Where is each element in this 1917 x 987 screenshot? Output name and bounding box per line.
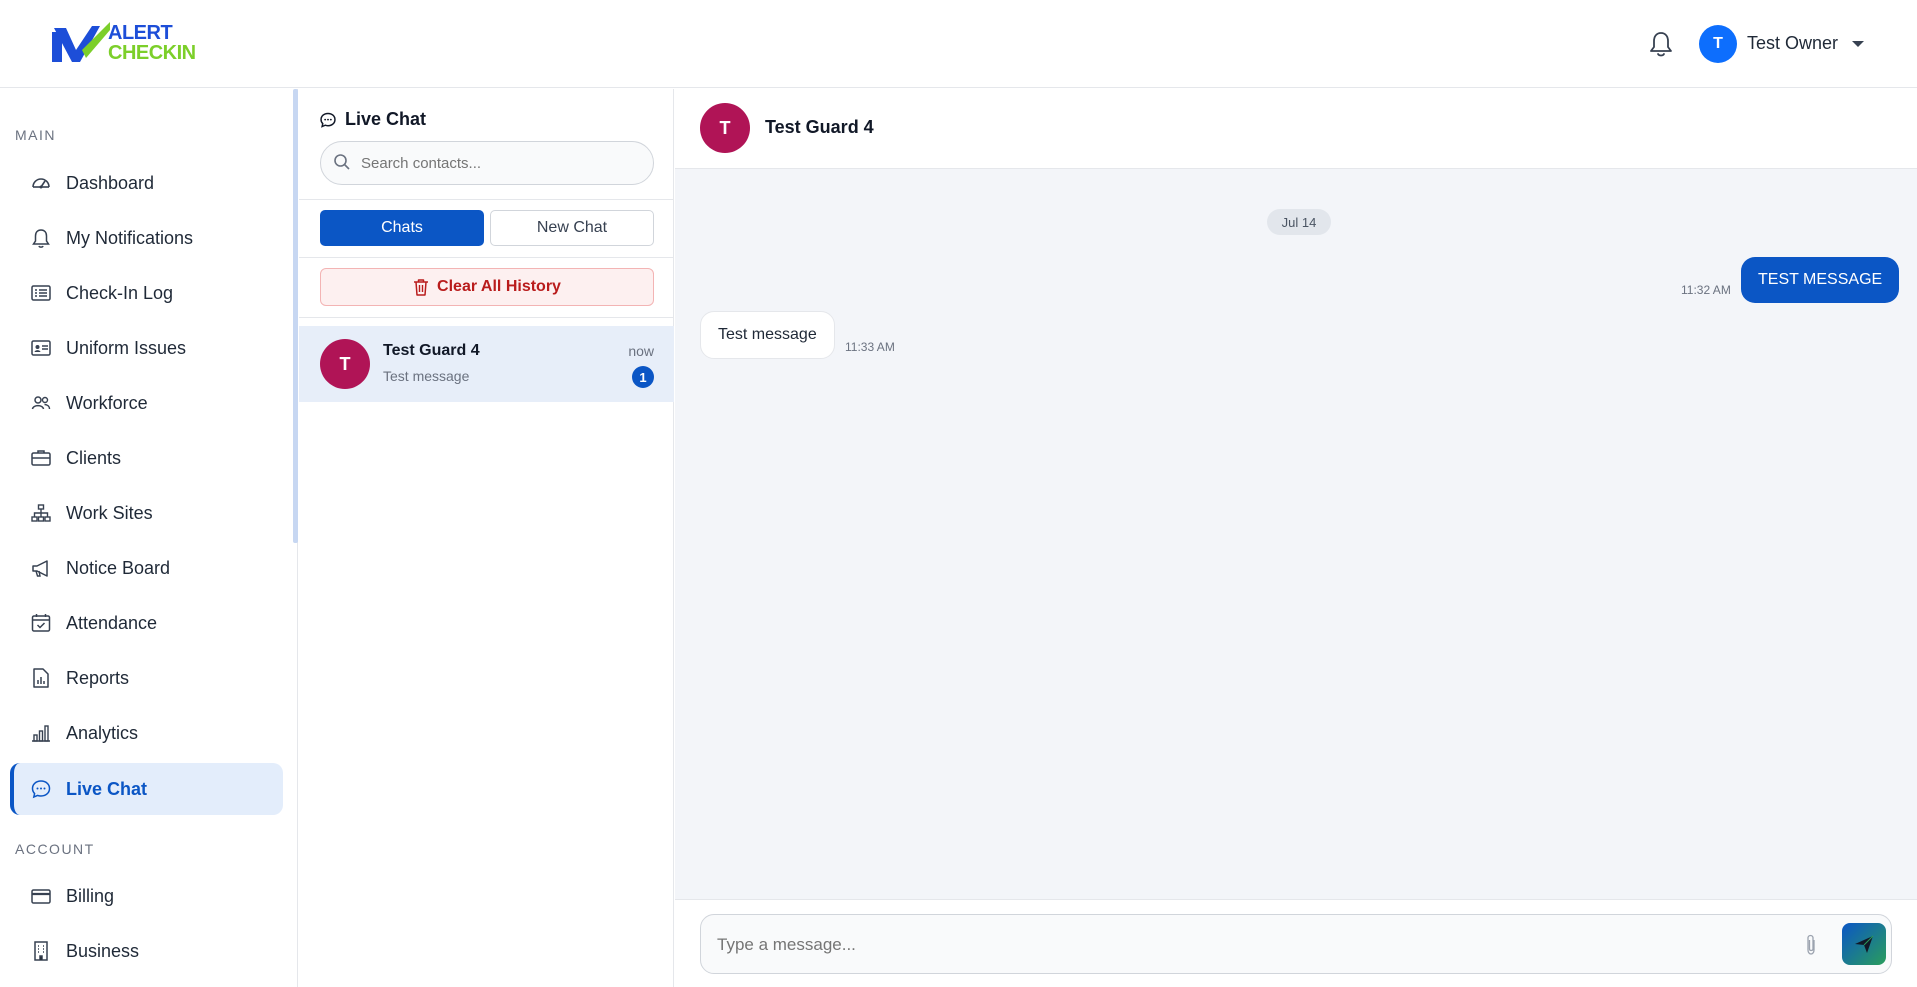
contact-last-message: Test message xyxy=(383,368,470,384)
sidebar-item-workforce[interactable]: Workforce xyxy=(10,377,283,429)
divider xyxy=(299,257,674,258)
search-icon xyxy=(334,154,350,170)
sidebar-item-label: Live Chat xyxy=(66,778,148,799)
sidebar-item-label: Dashboard xyxy=(66,172,155,193)
sidebar-item-label: Workforce xyxy=(66,392,148,413)
sidebar-item-label: My Notifications xyxy=(66,227,194,248)
logo-text-checkin: CHECKIN xyxy=(108,42,196,64)
building-icon xyxy=(30,940,52,962)
chat-window: T Test Guard 4 Jul 14 11:32 AM TEST MESS… xyxy=(675,89,1917,987)
contact-timestamp: now xyxy=(628,343,654,359)
clear-history-button[interactable]: Clear All History xyxy=(320,268,654,306)
chat-header: T Test Guard 4 xyxy=(675,89,1917,169)
sidebar-item-label: Analytics xyxy=(66,722,139,743)
user-name[interactable]: Test Owner xyxy=(1747,33,1838,54)
sidebar-item-billing[interactable]: Billing xyxy=(10,870,283,922)
sidebar-item-label: Attendance xyxy=(66,612,158,633)
avatar: T xyxy=(320,339,370,389)
chat-contact-name: Test Guard 4 xyxy=(765,117,874,137)
trash-icon xyxy=(414,279,429,296)
send-icon xyxy=(1855,935,1874,953)
sidebar-section-account: ACCOUNT xyxy=(15,841,95,857)
sidebar-item-label: Reports xyxy=(66,667,130,688)
bar-chart-icon xyxy=(30,722,52,744)
file-chart-icon xyxy=(30,667,52,689)
sidebar-item-label: Uniform Issues xyxy=(66,337,187,358)
logo-mark-icon xyxy=(52,22,110,62)
paperclip-icon[interactable] xyxy=(1803,933,1819,957)
briefcase-icon xyxy=(30,447,52,469)
sidebar: MAIN Dashboard My Notifications Check-In… xyxy=(0,89,298,987)
calendar-check-icon xyxy=(30,612,52,634)
search-input[interactable] xyxy=(361,150,641,176)
sidebar-item-label: Notice Board xyxy=(66,557,171,578)
message-timestamp: 11:32 AM xyxy=(1681,283,1731,297)
speedometer-icon xyxy=(30,172,52,194)
sidebar-item-notice-board[interactable]: Notice Board xyxy=(10,542,283,594)
sidebar-item-label: Clients xyxy=(66,447,122,468)
sidebar-item-live-chat[interactable]: Live Chat xyxy=(10,763,283,815)
composer-box[interactable] xyxy=(700,914,1892,974)
unread-badge: 1 xyxy=(632,366,654,388)
clear-history-label: Clear All History xyxy=(437,278,561,295)
user-avatar[interactable]: T xyxy=(1699,25,1737,63)
bell-icon xyxy=(30,227,52,249)
megaphone-icon xyxy=(30,557,52,579)
contacts-title: Live Chat xyxy=(345,109,427,129)
sidebar-item-label: Billing xyxy=(66,885,115,906)
people-icon xyxy=(30,392,52,414)
sidebar-section-main: MAIN xyxy=(15,127,56,143)
brand-logo[interactable]: ALERT CHECKIN xyxy=(52,20,202,68)
sidebar-item-notifications[interactable]: My Notifications xyxy=(10,212,283,264)
sidebar-scrollbar[interactable] xyxy=(293,89,298,543)
sidebar-item-analytics[interactable]: Analytics xyxy=(10,707,283,759)
sidebar-item-dashboard[interactable]: Dashboard xyxy=(10,157,283,209)
top-bar: ALERT CHECKIN T Test Owner xyxy=(0,0,1917,88)
notifications-bell-icon[interactable] xyxy=(1648,30,1674,58)
sidebar-item-clients[interactable]: Clients xyxy=(10,432,283,484)
sidebar-item-attendance[interactable]: Attendance xyxy=(10,597,283,649)
sidebar-item-uniform-issues[interactable]: Uniform Issues xyxy=(10,322,283,374)
message-input[interactable] xyxy=(717,933,1767,957)
date-separator: Jul 14 xyxy=(1267,209,1331,235)
list-check-icon xyxy=(30,282,52,304)
avatar: T xyxy=(700,103,750,153)
id-card-icon xyxy=(30,337,52,359)
contact-name: Test Guard 4 xyxy=(383,342,480,359)
send-button[interactable] xyxy=(1842,923,1886,965)
contacts-header: Live Chat xyxy=(319,109,426,130)
sidebar-item-reports[interactable]: Reports xyxy=(10,652,283,704)
contact-search[interactable] xyxy=(320,141,654,185)
credit-card-icon xyxy=(30,885,52,907)
message-bubble-incoming: Test message xyxy=(700,311,835,359)
message-bubble-outgoing: TEST MESSAGE xyxy=(1741,257,1900,303)
sitemap-icon xyxy=(30,502,52,524)
sidebar-item-work-sites[interactable]: Work Sites xyxy=(10,487,283,539)
divider xyxy=(299,317,674,318)
chat-icon xyxy=(320,112,336,128)
sidebar-item-label: Work Sites xyxy=(66,502,153,523)
contacts-panel: Live Chat Chats New Chat Clear All Histo… xyxy=(299,89,674,987)
user-menu-chevron-down-icon[interactable] xyxy=(1852,41,1864,47)
contact-list-item[interactable]: T Test Guard 4 Test message now 1 xyxy=(299,326,674,402)
sidebar-item-check-in-log[interactable]: Check-In Log xyxy=(10,267,283,319)
divider xyxy=(299,199,674,200)
sidebar-item-label: Check-In Log xyxy=(66,282,174,303)
tab-chats[interactable]: Chats xyxy=(320,210,484,246)
sidebar-item-business[interactable]: Business xyxy=(10,925,283,977)
chat-icon xyxy=(30,778,52,800)
message-timestamp: 11:33 AM xyxy=(845,340,895,354)
logo-text-alert: ALERT xyxy=(108,22,173,44)
message-composer xyxy=(675,899,1917,987)
sidebar-item-label: Business xyxy=(66,940,140,961)
tab-new-chat[interactable]: New Chat xyxy=(490,210,654,246)
